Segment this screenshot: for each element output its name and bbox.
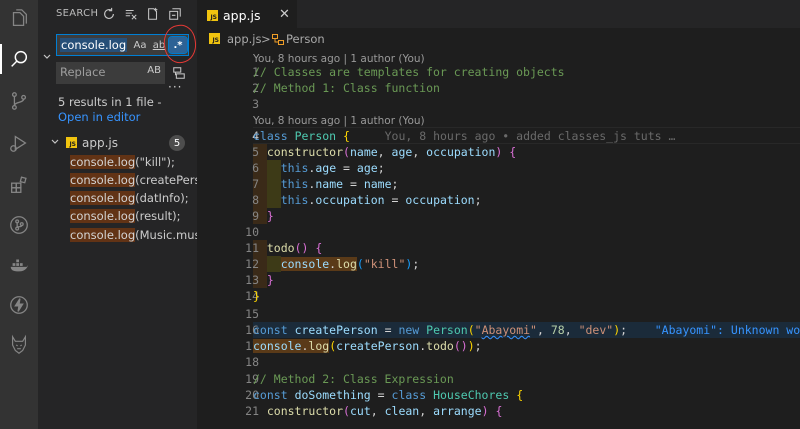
result-file-row[interactable]: JS app.js 5 xyxy=(38,134,197,152)
explorer-icon[interactable] xyxy=(0,0,38,38)
line-number: 8 xyxy=(252,193,259,207)
code-line-6: this.age = age; xyxy=(280,161,385,175)
line-number: 10 xyxy=(245,225,259,239)
code-line-2: // Method 1: Class function xyxy=(253,81,440,95)
git-graph-icon[interactable] xyxy=(0,206,38,244)
diagnostic-message: "Abayomi": Unknown word. xyxy=(654,323,800,337)
breadcrumb-separator: > xyxy=(261,32,271,46)
line-number: 7 xyxy=(252,177,259,191)
tab-label: app.js xyxy=(223,8,261,23)
line-number: 1 xyxy=(252,65,259,79)
code-line-5: constructor(name, age, occupation) { xyxy=(266,145,517,159)
replace-field[interactable]: AB xyxy=(56,62,165,84)
tab-app-js[interactable]: JS app.js ✕ xyxy=(197,0,297,28)
result-match[interactable]: console.log(Music.musi... xyxy=(70,226,197,244)
line-number: 2 xyxy=(252,81,259,95)
breadcrumb-symbol[interactable]: Person xyxy=(286,32,325,46)
line-number: 13 xyxy=(245,273,259,287)
line-number: 17 xyxy=(197,338,259,354)
code-line-17: console.log(createPerson.todo()); xyxy=(253,339,482,353)
codelens-author[interactable]: You, 8 hours ago | 1 author (You) xyxy=(253,114,425,128)
line-number: 5 xyxy=(252,145,259,159)
editor-tabs: JS app.js ✕ xyxy=(197,0,800,28)
code-line-21: constructor(cut, clean, arrange) { xyxy=(266,404,503,418)
line-number: 15 xyxy=(245,307,259,321)
breadcrumb: JS app.js > Person xyxy=(197,28,800,50)
clear-results-icon[interactable] xyxy=(123,6,139,22)
line-number: 11 xyxy=(245,241,259,255)
new-search-editor-icon[interactable] xyxy=(145,6,161,22)
js-file-icon: JS xyxy=(207,10,218,21)
code-line-13: } xyxy=(266,273,274,287)
search-sidebar: SEARCH console.log Aa ab .* AB ··· 5 res… xyxy=(38,0,197,429)
preserve-case-toggle[interactable]: AB xyxy=(147,65,161,76)
docker-icon[interactable] xyxy=(0,246,38,284)
collapse-all-icon[interactable] xyxy=(167,6,183,22)
search-query[interactable]: console.log xyxy=(60,38,128,52)
line-number: 20 xyxy=(245,388,259,402)
line-number: 6 xyxy=(252,161,259,175)
js-file-icon: JS xyxy=(66,137,77,148)
code-line-11: todo() { xyxy=(266,241,323,255)
code-line-19: // Method 2: Class Expression xyxy=(253,372,454,386)
code-line-16: const createPerson = new Person("Abayomi… xyxy=(253,322,800,338)
result-file-name: app.js xyxy=(82,136,118,150)
sidebar-header: SEARCH xyxy=(38,0,197,28)
result-match[interactable]: console.log(result); xyxy=(70,207,197,225)
result-match[interactable]: console.log(datInfo); xyxy=(70,189,197,207)
code-line-4: class Person { You, 8 hours ago • added … xyxy=(253,129,676,143)
activity-bar xyxy=(0,0,38,429)
code-line-20: const doSomething = class HouseChores { xyxy=(253,388,524,402)
search-icon[interactable] xyxy=(0,40,38,78)
class-symbol-icon xyxy=(272,34,284,45)
replace-input[interactable] xyxy=(56,62,136,82)
code-editor[interactable]: You, 8 hours ago | 1 author (You) 1 2 3 … xyxy=(197,50,800,429)
line-number: 16 xyxy=(245,323,259,337)
line-number: 14 xyxy=(245,289,259,303)
chevron-down-icon[interactable] xyxy=(50,137,60,147)
source-control-icon[interactable] xyxy=(0,82,38,120)
result-count-badge: 5 xyxy=(169,135,185,151)
js-file-icon: JS xyxy=(209,33,220,44)
match-case-toggle[interactable]: Aa xyxy=(131,37,149,53)
result-match[interactable]: console.log("kill"); xyxy=(70,153,197,171)
open-in-editor-link[interactable]: Open in editor xyxy=(58,110,140,124)
results-count-text: 5 results in 1 file - xyxy=(58,95,162,109)
code-line-1: // Classes are templates for creating ob… xyxy=(253,65,565,79)
line-number: 21 xyxy=(245,404,259,418)
code-line-9: } xyxy=(266,209,274,223)
line-number: 3 xyxy=(252,97,259,111)
line-number: 4 xyxy=(252,129,259,143)
close-icon[interactable]: ✕ xyxy=(279,7,290,22)
breadcrumb-file[interactable]: app.js xyxy=(227,32,262,46)
thunder-client-icon[interactable] xyxy=(0,286,38,324)
code-line-8: this.occupation = occupation; xyxy=(280,193,482,207)
extensions-icon[interactable] xyxy=(0,166,38,204)
more-options-icon[interactable]: ··· xyxy=(168,80,182,94)
sidebar-title: SEARCH xyxy=(56,8,99,19)
toggle-replace-icon[interactable] xyxy=(42,52,52,62)
code-line-12: console.log("kill"); xyxy=(280,257,420,271)
code-line-7: this.name = name; xyxy=(280,177,399,191)
line-number: 18 xyxy=(245,355,259,369)
git-blame-annotation: You, 8 hours ago • added classes_js tuts… xyxy=(384,129,676,143)
result-match[interactable]: console.log(createPers... xyxy=(70,171,197,189)
results-summary: 5 results in 1 file - Open in editor xyxy=(58,95,188,125)
annotation-circle xyxy=(161,22,197,66)
line-number: 12 xyxy=(245,257,259,271)
line-number: 19 xyxy=(245,372,259,386)
extension-wolf-icon[interactable] xyxy=(0,326,38,364)
run-debug-icon[interactable] xyxy=(0,124,38,162)
refresh-icon[interactable] xyxy=(101,6,117,22)
code-line-14: } xyxy=(253,289,260,303)
line-number: 9 xyxy=(252,209,259,223)
